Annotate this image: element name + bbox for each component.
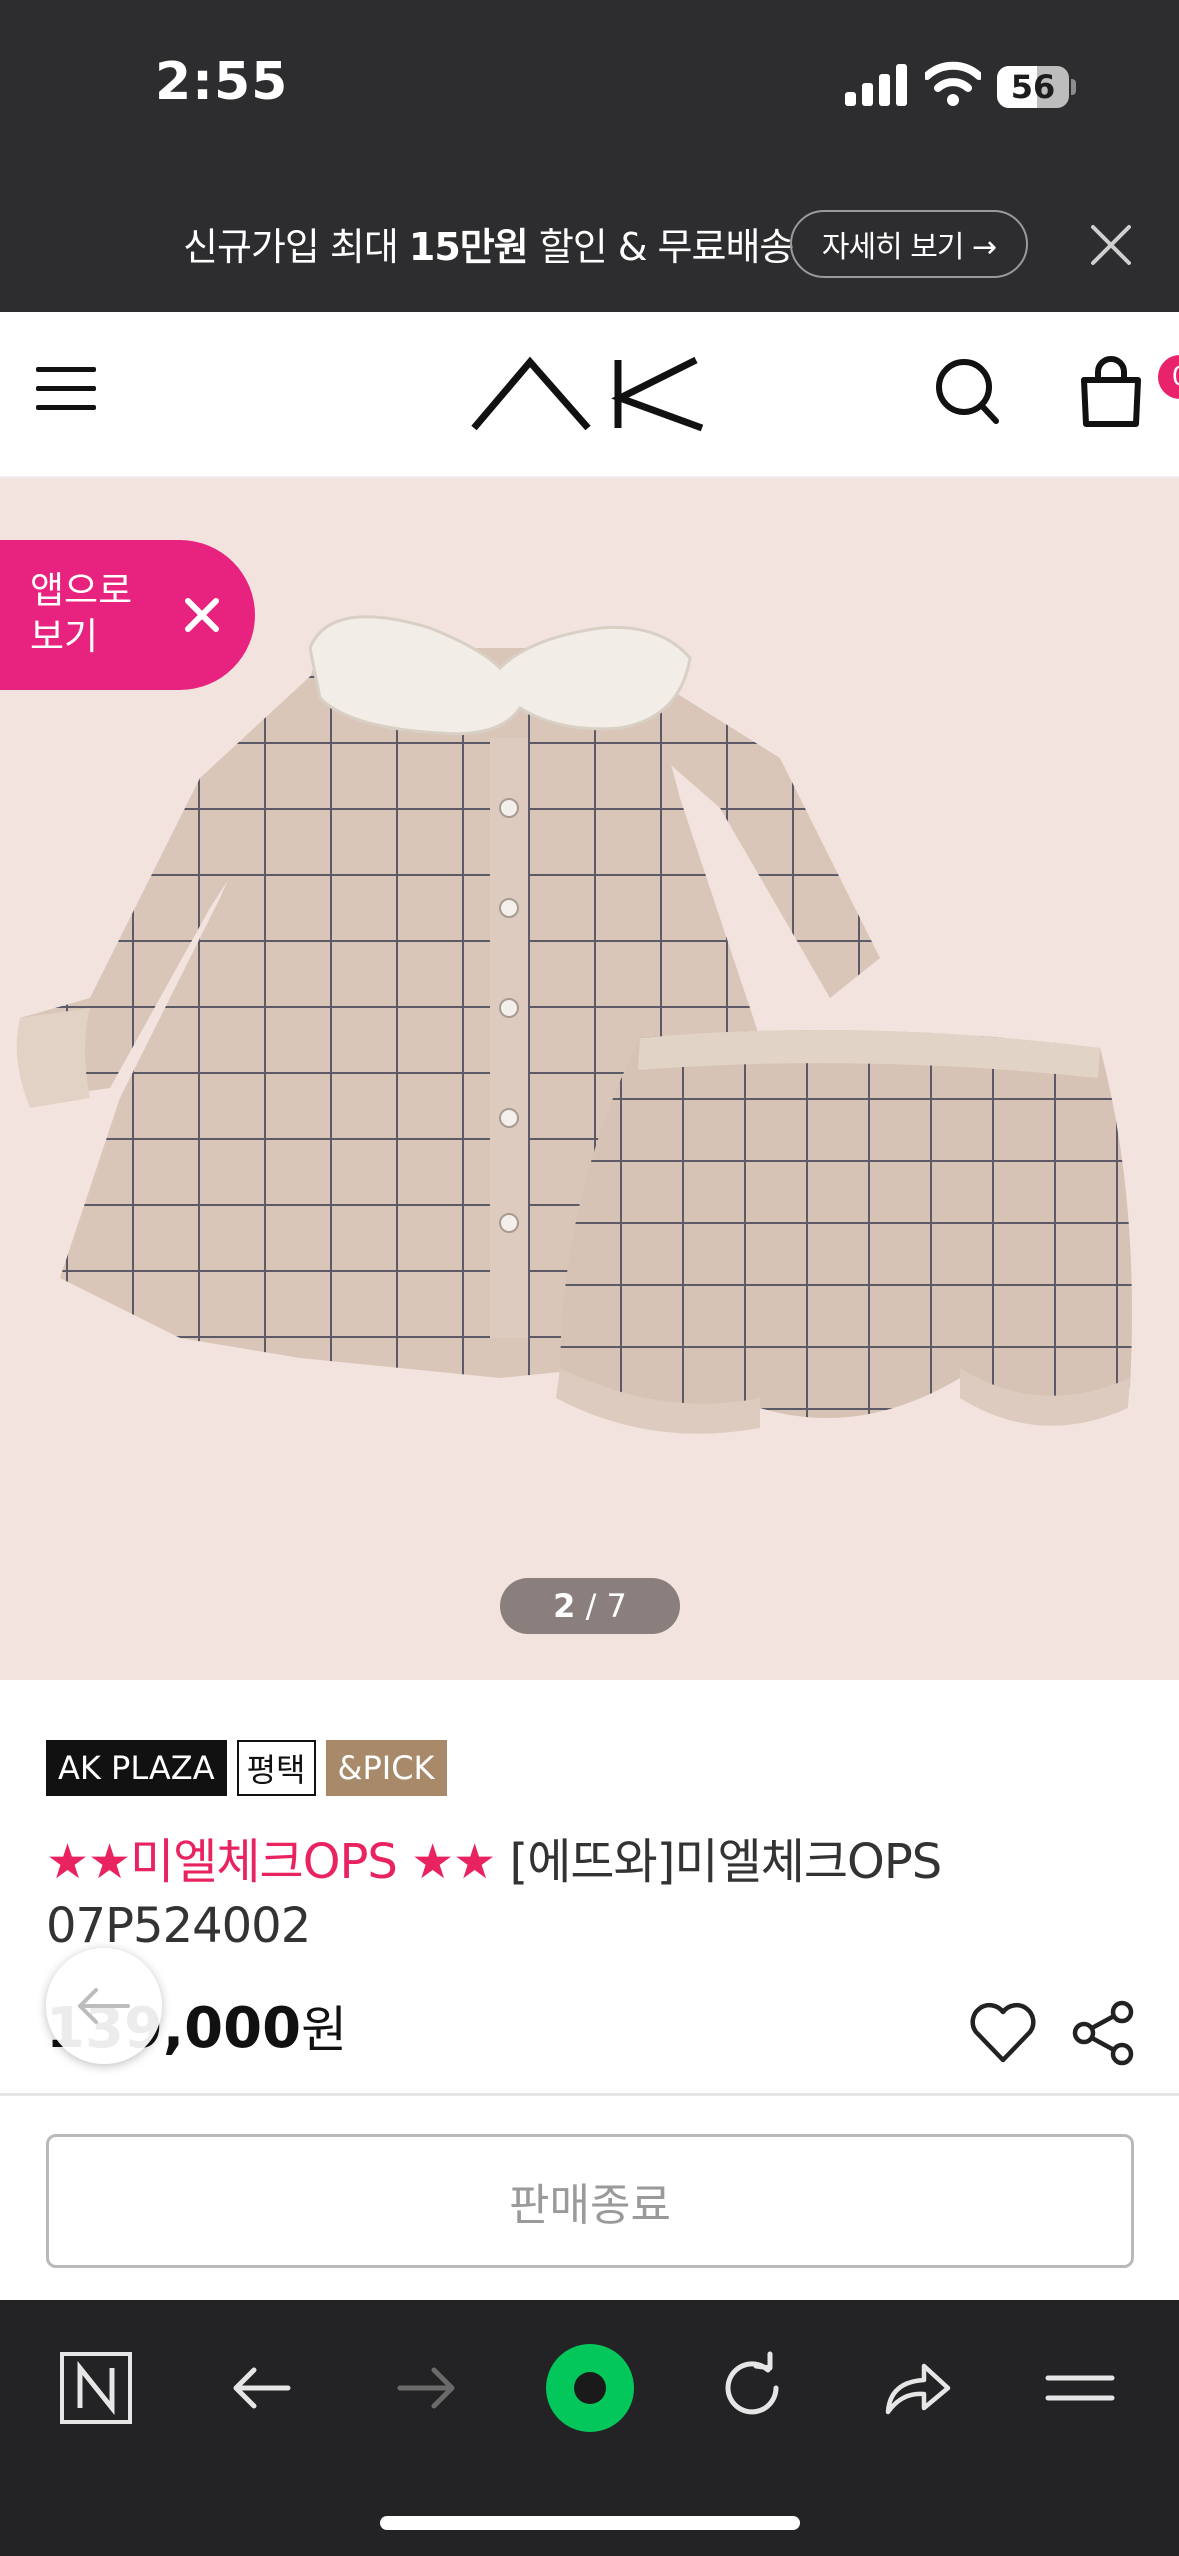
floating-back-button[interactable] — [46, 1948, 162, 2064]
ak-logo[interactable]: AK — [470, 356, 708, 432]
promo-details-button[interactable]: 자세히 보기 → — [790, 210, 1028, 278]
status-time: 2:55 — [155, 52, 289, 112]
image-page-counter: 2 / 7 — [500, 1578, 680, 1634]
back-arrow-icon[interactable] — [222, 2348, 302, 2428]
tag-pick: &PICK — [325, 1740, 447, 1796]
battery-percent: 56 — [1010, 68, 1056, 106]
counter-total: 7 — [606, 1587, 627, 1625]
forward-arrow-icon[interactable] — [386, 2348, 466, 2428]
wifi-icon — [925, 61, 981, 106]
search-icon[interactable] — [934, 356, 1000, 426]
product-tags: AK PLAZA 평택 &PICK — [46, 1740, 447, 1796]
home-indicator — [380, 2516, 800, 2530]
status-bar: 2:55 56 — [0, 0, 1179, 176]
counter-current: 2 — [553, 1587, 576, 1625]
arrow-left-icon — [78, 1988, 130, 2024]
site-header: AK — [0, 312, 1179, 478]
battery-indicator: 56 — [997, 66, 1077, 108]
promo-text-bold: 15만원 — [408, 225, 529, 269]
more-menu-icon[interactable] — [1040, 2348, 1120, 2428]
price-unit: 원 — [301, 2001, 348, 2059]
product-title-promo: ★★미엘체크OPS ★★ — [46, 1834, 496, 1890]
shopping-bag-icon[interactable] — [1078, 356, 1144, 430]
sold-out-button[interactable]: 판매종료 — [46, 2134, 1134, 2268]
tag-ak-plaza: AK PLAZA — [46, 1740, 227, 1796]
tag-branch: 평택 — [236, 1740, 316, 1796]
open-in-app-banner[interactable]: 앱으로 보기 — [0, 540, 255, 690]
counter-separator: / — [575, 1587, 607, 1625]
close-icon[interactable] — [182, 595, 222, 635]
naver-home-icon[interactable] — [56, 2348, 136, 2428]
refresh-icon[interactable] — [712, 2348, 792, 2428]
share-arrow-icon[interactable] — [876, 2348, 956, 2428]
naver-green-dot-icon[interactable] — [540, 2338, 640, 2438]
cellular-signal-icon — [845, 64, 907, 106]
promo-banner: 신규가입 최대 15만원 할인 & 무료배송 자세히 보기 → — [0, 176, 1179, 312]
heart-icon[interactable] — [968, 2002, 1038, 2064]
close-icon[interactable] — [1090, 224, 1132, 266]
section-divider — [0, 2093, 1179, 2096]
open-in-app-label: 앱으로 보기 — [30, 569, 133, 658]
hamburger-menu-icon[interactable] — [36, 364, 96, 414]
product-title: ★★미엘체크OPS ★★ [에뜨와]미엘체크OPS 07P524002 — [46, 1830, 1146, 1958]
promo-text-suffix: 할인 & 무료배송 — [527, 225, 795, 269]
share-icon[interactable] — [1072, 2000, 1134, 2066]
promo-text-prefix: 신규가입 최대 — [183, 225, 409, 269]
promo-text: 신규가입 최대 15만원 할인 & 무료배송 — [183, 216, 795, 271]
